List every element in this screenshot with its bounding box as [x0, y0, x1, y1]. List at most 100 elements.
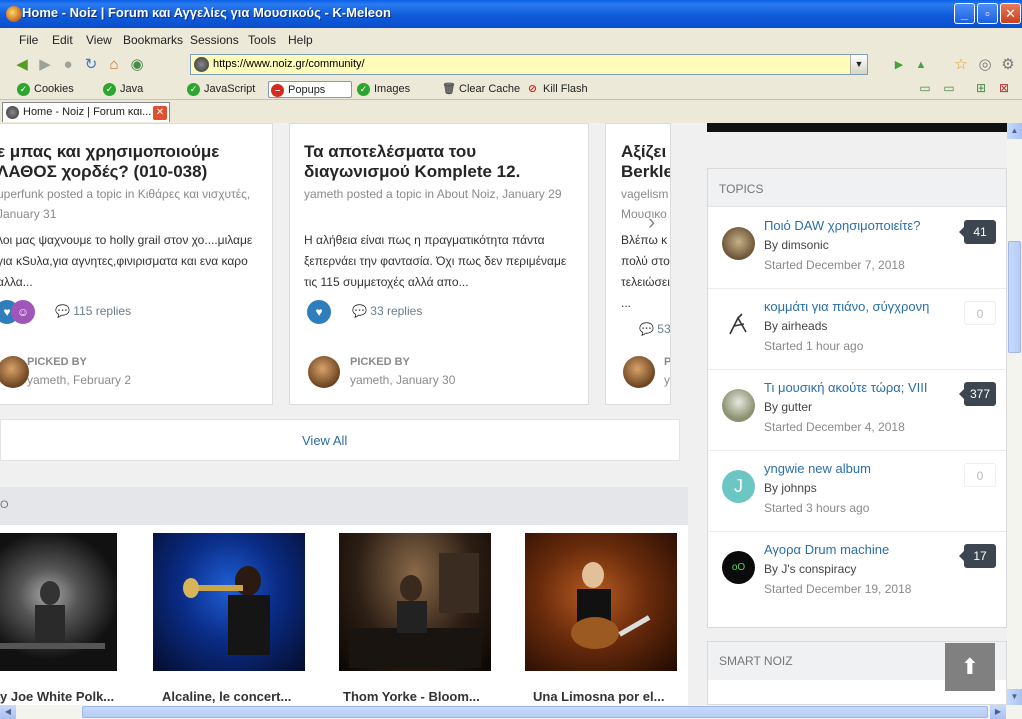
topic-title[interactable]: Ποιό DAW χρησιμοποιείτε? — [764, 218, 920, 233]
stop-icon[interactable]: ● — [59, 56, 77, 74]
reload-icon[interactable]: ↻ — [82, 56, 100, 74]
topic-author[interactable]: By J's conspiracy — [764, 562, 856, 576]
topic-row[interactable]: Τι μουσική ακούτε τώρα; VIII By gutter S… — [708, 370, 1006, 451]
window-layout-icon[interactable]: ▭ — [916, 79, 934, 97]
kill-flash-button[interactable]: ⊘ Kill Flash — [524, 81, 588, 98]
video-thumbnail[interactable] — [525, 533, 677, 671]
video-item[interactable]: Thom Yorke - Bloom... — [339, 533, 491, 704]
carousel-next-arrow-icon[interactable]: › — [648, 209, 655, 235]
scroll-up-arrow-icon[interactable]: ▲ — [1007, 123, 1022, 139]
search-icon[interactable]: ◉ — [128, 56, 146, 74]
scroll-right-arrow-icon[interactable]: ▶ — [990, 705, 1006, 719]
video-thumbnail[interactable] — [0, 533, 117, 671]
scroll-left-arrow-icon[interactable]: ◀ — [0, 705, 16, 719]
address-url[interactable]: https://www.noiz.gr/community/ — [213, 58, 365, 70]
up-icon[interactable]: ▲ — [912, 56, 930, 74]
page-viewport[interactable]: ε μπας και χρησιμοποιούμε ΛΑΘΟΣ χορδές? … — [0, 123, 1007, 705]
video-item[interactable]: y Joe White Polk... — [0, 533, 117, 704]
featured-topic-replies[interactable]: 💬 33 replies — [352, 304, 422, 318]
video-thumbnail[interactable] — [153, 533, 305, 671]
topic-author[interactable]: By dimsonic — [764, 238, 829, 252]
topic-author[interactable]: By gutter — [764, 400, 812, 414]
k-meleon-app-icon[interactable] — [6, 6, 22, 22]
java-toggle[interactable]: ✓ Java — [101, 81, 143, 98]
featured-topic-card[interactable]: Αξίζει Berkle vagelism Μουσικο Βλέπω κ π… — [605, 123, 671, 405]
vertical-scrollbar[interactable]: ▲ ▼ — [1007, 123, 1022, 705]
horizontal-scroll-thumb[interactable] — [82, 706, 988, 718]
tab-close-icon[interactable]: ✕ — [153, 106, 167, 120]
menu-help[interactable]: Help — [288, 33, 313, 47]
video-title[interactable]: Thom Yorke - Bloom... — [343, 689, 480, 704]
settings-gear-icon[interactable]: ⚙ — [999, 56, 1017, 74]
topic-row[interactable]: κομμάτι για πιάνο, σύγχρονη By airheads … — [708, 289, 1006, 370]
video-title[interactable]: Una Limosna por el... — [533, 689, 664, 704]
featured-topic-card[interactable]: ε μπας και χρησιμοποιούμε ΛΑΘΟΣ χορδές? … — [0, 123, 273, 405]
video-title[interactable]: Alcaline, le concert... — [162, 689, 291, 704]
featured-topic-excerpt: λοι μας ψαχνουμε το holly grail στον χο.… — [0, 233, 253, 289]
menu-file[interactable]: File — [19, 33, 38, 47]
horizontal-scrollbar[interactable]: ◀ ▶ — [0, 705, 1022, 719]
cookies-toggle[interactable]: ✓ Cookies — [15, 81, 74, 98]
forward-icon[interactable]: ▶ — [36, 56, 54, 74]
topic-author[interactable]: By airheads — [764, 319, 827, 333]
featured-topic-replies[interactable]: 💬 115 replies — [55, 304, 131, 318]
window-title-bar[interactable]: Home - Noiz | Forum και Αγγελίες για Μου… — [0, 0, 1022, 28]
close-tab-icon[interactable]: ⊠ — [995, 79, 1013, 97]
featured-topic-replies[interactable]: 💬 53 — [639, 322, 670, 336]
topic-row[interactable]: J yngwie new album By johnps Started 3 h… — [708, 451, 1006, 532]
topic-row[interactable]: oO Αγορα Drum machine By J's conspiracy … — [708, 532, 1006, 613]
javascript-toggle[interactable]: ✓ JavaScript — [185, 81, 255, 98]
scroll-down-arrow-icon[interactable]: ▼ — [1007, 689, 1022, 705]
address-bar[interactable]: https://www.noiz.gr/community/ ▼ — [190, 54, 868, 75]
menu-tools[interactable]: Tools — [248, 33, 276, 47]
featured-topic-card[interactable]: Τα αποτελέσματα του διαγωνισμού Komplete… — [289, 123, 589, 405]
avatar[interactable] — [623, 356, 655, 388]
menu-view[interactable]: View — [86, 33, 112, 47]
window-layout-icon[interactable]: ▭ — [940, 79, 958, 97]
topic-title[interactable]: Τι μουσική ακούτε τώρα; VIII — [764, 380, 928, 395]
menu-bookmarks[interactable]: Bookmarks — [123, 33, 183, 47]
history-icon[interactable]: ◎ — [976, 56, 994, 74]
topics-widget: TOPICS Ποιό DAW χρησιμοποιείτε? By dimso… — [707, 168, 1007, 628]
go-icon[interactable]: ▶ — [890, 56, 908, 74]
menu-edit[interactable]: Edit — [52, 33, 73, 47]
video-item[interactable]: Una Limosna por el... — [525, 533, 677, 704]
avatar[interactable]: J — [722, 470, 755, 503]
avatar[interactable]: oO — [722, 551, 755, 584]
close-window-button[interactable]: ✕ — [1000, 3, 1021, 24]
clear-cache-button[interactable]: 🗑 Clear Cache — [440, 81, 520, 98]
avatar[interactable] — [722, 389, 755, 422]
bookmark-star-icon[interactable]: ☆ — [952, 56, 970, 74]
sketch-figure-avatar-icon — [729, 313, 747, 335]
avatar[interactable] — [308, 356, 340, 388]
featured-topic-title[interactable]: Τα αποτελέσματα του διαγωνισμού Komplete… — [304, 142, 574, 182]
popups-toggle[interactable]: – Popups — [268, 81, 352, 98]
video-title[interactable]: y Joe White Polk... — [0, 689, 114, 704]
maximize-button[interactable]: ▫ — [977, 3, 998, 24]
view-all-link[interactable]: View All — [302, 433, 347, 448]
tab-home-noiz[interactable]: Home - Noiz | Forum και... ✕ — [2, 102, 170, 122]
featured-topic-title[interactable]: Αξίζει Berkle — [621, 142, 670, 182]
video-item[interactable]: Alcaline, le concert... — [153, 533, 305, 704]
avatar[interactable] — [722, 308, 755, 341]
back-to-top-button[interactable]: ⬆ — [945, 643, 995, 691]
vertical-scroll-thumb[interactable] — [1008, 241, 1021, 353]
topic-title[interactable]: Αγορα Drum machine — [764, 542, 889, 557]
tab-label: Home - Noiz | Forum και... — [23, 106, 152, 118]
topic-row[interactable]: Ποιό DAW χρησιμοποιείτε? By dimsonic Sta… — [708, 208, 1006, 289]
menu-sessions[interactable]: Sessions — [190, 33, 239, 47]
minimize-button[interactable]: _ — [954, 3, 975, 24]
topic-title[interactable]: yngwie new album — [764, 461, 871, 476]
new-tab-icon[interactable]: ⊞ — [972, 79, 990, 97]
featured-topic-title[interactable]: ε μπας και χρησιμοποιούμε ΛΑΘΟΣ χορδές? … — [0, 142, 267, 182]
back-icon[interactable]: ◀ — [13, 56, 31, 74]
topic-author[interactable]: By johnps — [764, 481, 817, 495]
avatar[interactable] — [722, 227, 755, 260]
home-icon[interactable]: ⌂ — [105, 56, 123, 74]
topic-title[interactable]: κομμάτι για πιάνο, σύγχρονη — [764, 299, 929, 314]
images-toggle[interactable]: ✓ Images — [355, 81, 410, 98]
address-dropdown-icon[interactable]: ▼ — [850, 55, 867, 74]
smart-noiz-title: SMART NOIZ — [719, 654, 793, 668]
avatar[interactable] — [0, 356, 29, 388]
video-thumbnail[interactable] — [339, 533, 491, 671]
